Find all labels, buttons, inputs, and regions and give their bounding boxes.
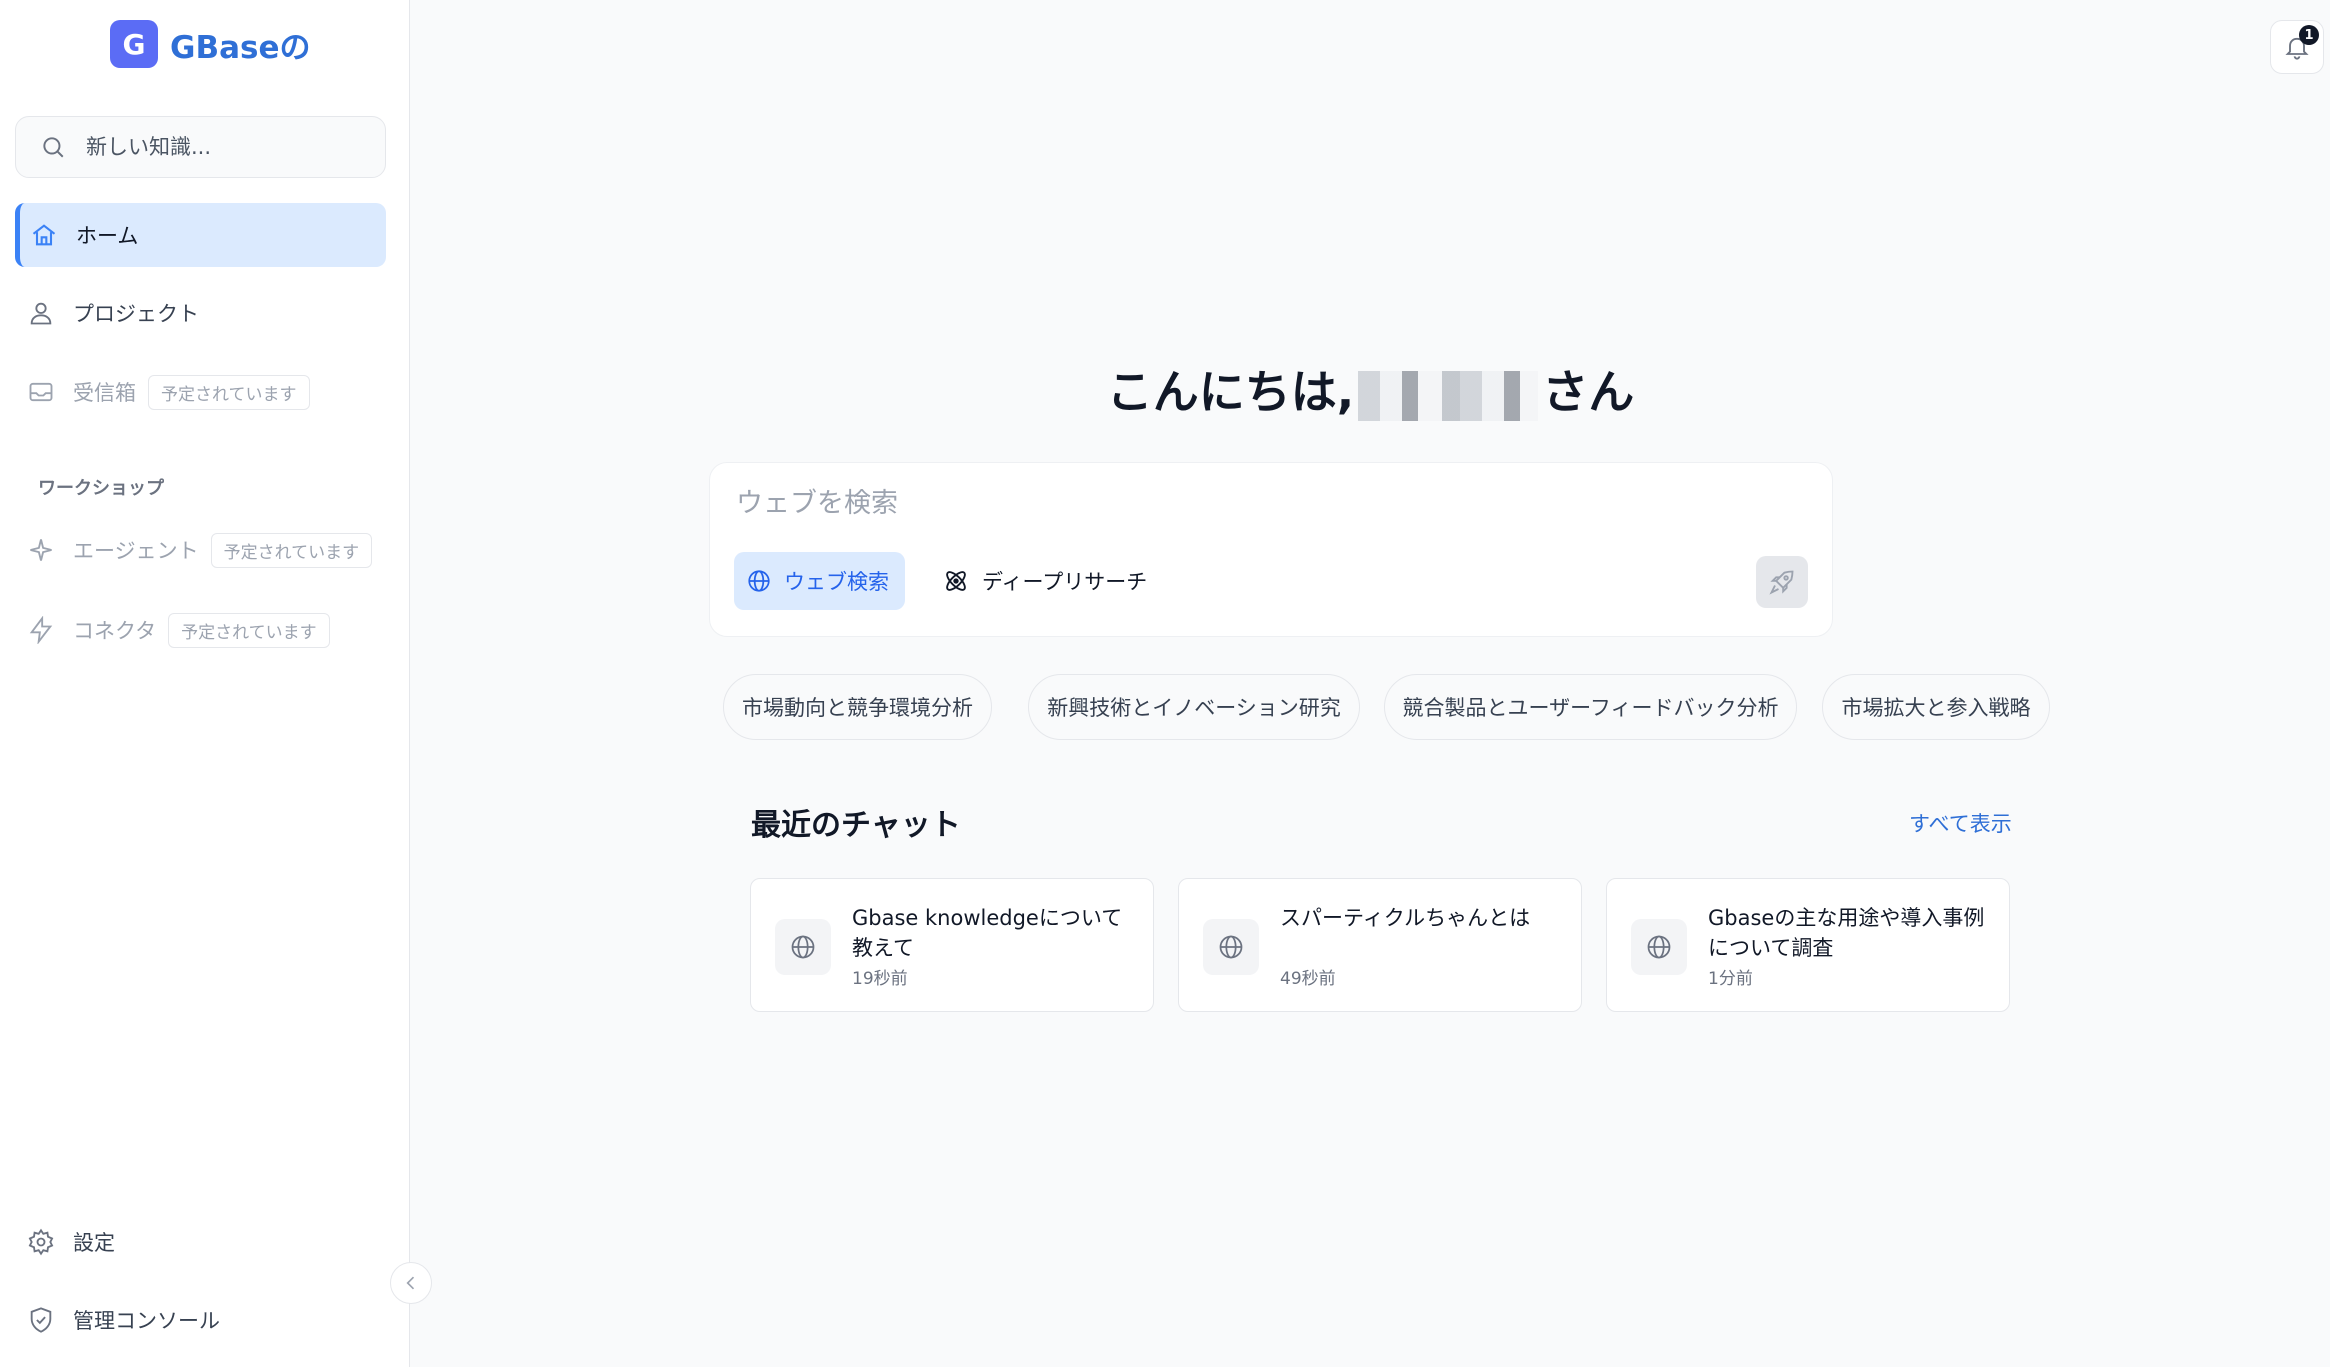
shield-icon	[30, 1307, 52, 1333]
main-area: 1 こんにちは, さん ウェブ検索 ディープリサーチ 市場動向と競争環境分析 新興…	[411, 0, 2330, 1367]
sidebar-search[interactable]	[15, 116, 386, 178]
redacted-user-name	[1358, 370, 1539, 421]
suggestion-chip[interactable]: 競合製品とユーザーフィードバック分析	[1384, 674, 1797, 740]
rocket-icon	[1769, 570, 1794, 595]
mode-label: ウェブ検索	[784, 570, 889, 594]
sidebar-item-label: コネクタ	[73, 619, 157, 643]
chat-icon-wrap	[1631, 919, 1687, 975]
recent-chat-card[interactable]: Gbase knowledgeについて教えて 19秒前	[750, 878, 1154, 1012]
chat-icon-wrap	[775, 919, 831, 975]
sidebar-item-home[interactable]: ホーム	[15, 203, 386, 267]
suggestion-label: 市場動向と競争環境分析	[742, 696, 973, 720]
sidebar-item-label: エージェント	[73, 539, 199, 563]
recent-chat-card[interactable]: スパーティクルちゃんとは 49秒前	[1178, 878, 1582, 1012]
home-icon	[32, 224, 56, 246]
sidebar-item-label: プロジェクト	[73, 302, 199, 326]
sidebar-item-settings[interactable]: 設定	[15, 1210, 386, 1274]
chat-title: スパーティクルちゃんとは	[1280, 906, 1531, 930]
sidebar-item-label: 受信箱	[73, 381, 136, 405]
atom-icon	[946, 571, 966, 591]
scheduled-badge: 予定されています	[168, 612, 330, 648]
chat-time: 19秒前	[852, 969, 908, 989]
sidebar-item-projects[interactable]: プロジェクト	[15, 281, 386, 345]
sidebar: G GBaseの ホーム プロジェクト 受信箱 予定されています ワークショップ…	[0, 0, 410, 1367]
greeting-heading: こんにちは, さん	[411, 356, 2330, 422]
globe-icon	[1647, 935, 1671, 959]
sidebar-item-connectors[interactable]: コネクタ 予定されています	[15, 598, 386, 662]
suggestion-chip[interactable]: 新興技術とイノベーション研究	[1028, 674, 1360, 740]
deep-research-mode-button[interactable]: ディープリサーチ	[930, 552, 1159, 610]
recent-chats-title: 最近のチャット	[751, 808, 961, 843]
globe-icon	[748, 570, 770, 592]
scheduled-badge: 予定されています	[210, 532, 373, 568]
inbox-icon	[29, 382, 53, 402]
sidebar-item-admin-console[interactable]: 管理コンソール	[15, 1288, 386, 1352]
web-search-mode-button[interactable]: ウェブ検索	[734, 552, 905, 610]
suggestion-label: 市場拡大と参入戦略	[1841, 696, 2031, 720]
chat-time: 1分前	[1708, 969, 1753, 989]
chat-time: 49秒前	[1280, 969, 1336, 989]
sidebar-item-label: ホーム	[76, 224, 139, 248]
suggestion-chip[interactable]: 市場動向と競争環境分析	[723, 674, 992, 740]
user-icon	[30, 302, 52, 325]
suggestion-chip[interactable]: 市場拡大と参入戦略	[1822, 674, 2050, 740]
search-input[interactable]	[84, 134, 368, 160]
chat-icon-wrap	[1203, 919, 1259, 975]
suggestion-label: 競合製品とユーザーフィードバック分析	[1402, 696, 1779, 720]
sidebar-item-label: 管理コンソール	[73, 1309, 220, 1333]
chat-title: Gbaseの主な用途や導入事例について調査	[1708, 906, 1985, 960]
logo[interactable]: G GBaseの	[110, 20, 310, 68]
notification-count-badge: 1	[2299, 25, 2319, 45]
workshop-section-label: ワークショップ	[38, 478, 164, 499]
notification-button[interactable]: 1	[2270, 20, 2324, 74]
sparkle-icon	[30, 539, 52, 561]
greeting-suffix: さん	[1542, 365, 1635, 419]
greeting-prefix: こんにちは,	[1106, 365, 1355, 419]
prompt-input[interactable]	[734, 487, 1638, 520]
chat-title: Gbase knowledgeについて教えて	[852, 906, 1123, 960]
search-icon	[43, 137, 64, 158]
mode-label: ディープリサーチ	[982, 570, 1148, 594]
show-all-link[interactable]: すべて表示	[1909, 808, 2012, 838]
globe-icon	[1219, 935, 1243, 959]
lightning-icon	[29, 616, 53, 644]
globe-icon	[791, 935, 815, 959]
sidebar-item-agents[interactable]: エージェント 予定されています	[15, 518, 386, 582]
logo-text: GBaseの	[170, 29, 311, 66]
sidebar-item-label: 設定	[73, 1231, 115, 1255]
sidebar-item-inbox[interactable]: 受信箱 予定されています	[15, 360, 386, 424]
logo-mark: G	[110, 20, 158, 68]
gear-icon	[28, 1228, 54, 1256]
prompt-composer: ウェブ検索 ディープリサーチ	[709, 462, 1833, 637]
send-button[interactable]	[1756, 556, 1808, 608]
scheduled-badge: 予定されています	[148, 374, 310, 410]
recent-chat-card[interactable]: Gbaseの主な用途や導入事例について調査 1分前	[1606, 878, 2010, 1012]
suggestion-label: 新興技術とイノベーション研究	[1047, 696, 1341, 720]
